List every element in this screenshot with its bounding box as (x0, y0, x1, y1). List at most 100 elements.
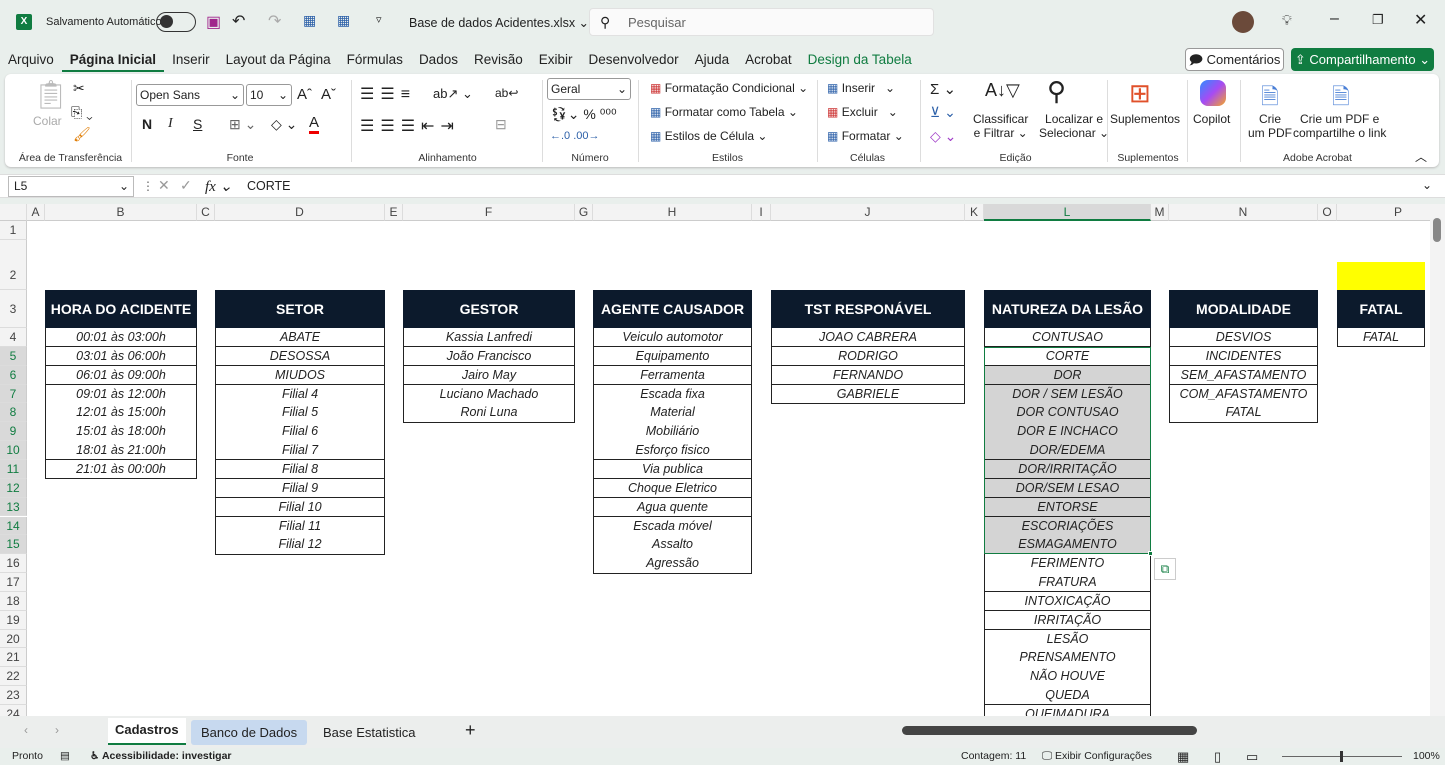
column-header-I[interactable]: I (752, 204, 771, 221)
prev-sheet-icon[interactable]: ‹ (24, 723, 28, 737)
ribbon-tab-0[interactable]: Arquivo (0, 48, 62, 72)
table-cell[interactable]: Agressão (593, 554, 752, 574)
normal-view-icon[interactable]: ▦ (1177, 748, 1189, 765)
comments-button[interactable]: 🗩 Comentários (1185, 48, 1284, 71)
bold-button[interactable]: N (142, 116, 152, 132)
table-cell[interactable]: DESVIOS (1169, 328, 1318, 348)
next-sheet-icon[interactable]: › (55, 723, 59, 737)
delete-cells-button[interactable]: ▦ Excluir ⌄ (827, 105, 898, 119)
addins-button[interactable]: Suplementos (1110, 112, 1180, 126)
font-size-select[interactable]: 10 ⌄ (246, 84, 292, 106)
table-cell[interactable]: FRATURA (984, 573, 1151, 593)
sheet-tab-base-estatistica[interactable]: Base Estatistica (315, 720, 424, 745)
table-cell[interactable]: Filial 5 (215, 403, 385, 423)
table-cell[interactable]: Ferramenta (593, 365, 752, 386)
row-header-23[interactable]: 23 (0, 686, 27, 705)
row-header-3[interactable]: 3 (0, 290, 27, 328)
search-box[interactable]: ⚲ Pesquisar (589, 8, 934, 36)
row-header-16[interactable]: 16 (0, 554, 27, 574)
collapse-ribbon-icon[interactable]: ︿ (1415, 148, 1427, 165)
currency-icon[interactable]: 💱︎⌄ % ⁰⁰⁰ (550, 106, 617, 123)
table-header-B[interactable]: HORA DO ACIDENTE (45, 290, 197, 328)
ribbon-tab-8[interactable]: Desenvolvedor (581, 48, 687, 72)
formula-input[interactable]: CORTE (247, 179, 291, 193)
table-header-D[interactable]: SETOR (215, 290, 385, 328)
ribbon-tab-10[interactable]: Acrobat (737, 48, 800, 72)
table-cell[interactable]: SEM_AFASTAMENTO (1169, 365, 1318, 386)
table-cell[interactable]: 15:01 às 18:00h (45, 422, 197, 442)
zoom-level[interactable]: 100% (1413, 748, 1440, 765)
table-cell[interactable]: GABRIELE (771, 384, 965, 404)
row-header-19[interactable]: 19 (0, 610, 27, 630)
row-header-24[interactable]: 24 (0, 705, 27, 716)
enter-icon[interactable]: ✓ (180, 177, 192, 194)
table-cell[interactable]: Veiculo automotor (593, 328, 752, 348)
select-all-corner[interactable] (0, 204, 27, 221)
column-header-N[interactable]: N (1169, 204, 1318, 221)
format-cells-button[interactable]: ▦ Formatar ⌄ (827, 129, 904, 143)
sort-filter-icon[interactable]: A↓▽ (985, 80, 1020, 101)
horizontal-align-icons[interactable]: ☰☰☰⇤⇥ (360, 116, 460, 136)
column-header-L[interactable]: L (984, 204, 1151, 221)
undo-icon[interactable]: ↶ (232, 11, 245, 31)
autosave-toggle[interactable] (156, 12, 196, 32)
format-as-table-button[interactable]: ▦ Formatar como Tabela ⌄ (650, 105, 798, 119)
table-cell[interactable]: Mobiliário (593, 422, 752, 442)
column-header-E[interactable]: E (385, 204, 403, 221)
row-header-1[interactable]: 1 (0, 221, 27, 240)
table-cell[interactable]: João Francisco (403, 346, 575, 367)
copilot-icon[interactable] (1200, 80, 1226, 106)
column-header-H[interactable]: H (593, 204, 752, 221)
paste-icon[interactable]: 📋︎ (33, 78, 69, 111)
minimize-icon[interactable]: – (1330, 10, 1339, 28)
cell-styles-button[interactable]: ▦ Estilos de Célula ⌄ (650, 129, 767, 143)
table-cell[interactable]: 12:01 às 15:00h (45, 403, 197, 423)
table-cell[interactable]: CONTUSAO (984, 328, 1151, 348)
column-header-O[interactable]: O (1318, 204, 1337, 221)
redo-icon[interactable]: ↷ (268, 11, 281, 31)
page-break-icon[interactable]: ▭ (1246, 748, 1258, 765)
conditional-format-button[interactable]: ▦ Formatação Condicional ⌄ (650, 81, 808, 95)
table-cell[interactable]: FATAL (1169, 403, 1318, 423)
table-cell[interactable]: Escada móvel (593, 516, 752, 536)
table-cell[interactable]: Filial 6 (215, 422, 385, 442)
row-header-18[interactable]: 18 (0, 591, 27, 611)
page-layout-icon[interactable]: ▯ (1214, 748, 1221, 765)
column-header-C[interactable]: C (197, 204, 215, 221)
table-cell[interactable]: ABATE (215, 328, 385, 348)
worksheet-grid[interactable]: A B C D E F G H I J K L M N O P 1 2 3 4 5 6 7 8 9 10 11 12 13 14 15 16 1… (0, 204, 1430, 716)
table-cell[interactable]: Escada fixa (593, 384, 752, 404)
table-cell[interactable]: Filial 12 (215, 535, 385, 555)
ribbon-tab-2[interactable]: Inserir (164, 48, 218, 72)
ribbon-tab-4[interactable]: Fórmulas (339, 48, 411, 72)
table-cell[interactable]: Choque Eletrico (593, 478, 752, 499)
table-cell[interactable]: Luciano Machado (403, 384, 575, 404)
table-cell[interactable]: JOAO CABRERA (771, 328, 965, 348)
row-header-13[interactable]: 13 (0, 497, 27, 517)
row-header-10[interactable]: 10 (0, 441, 27, 460)
table-header-J[interactable]: TST RESPONÁVEL (771, 290, 965, 328)
row-header-9[interactable]: 9 (0, 422, 27, 442)
orientation-icon[interactable]: ab↗ ⌄ (433, 86, 473, 102)
increase-font-icon[interactable]: Aˆ (297, 86, 312, 103)
row-header-15[interactable]: 15 (0, 535, 27, 555)
horizontal-scrollbar[interactable] (890, 726, 1430, 737)
table-cell[interactable]: 03:01 às 06:00h (45, 346, 197, 367)
fill-color-icon[interactable]: ◇ ⌄ (271, 116, 297, 133)
fill-icon[interactable]: ⊻ ⌄ (930, 104, 956, 121)
vertical-align-icons[interactable]: ☰☰≡ (360, 84, 416, 104)
expand-formula-icon[interactable]: ⌄ (1422, 178, 1432, 192)
display-settings-button[interactable]: 🖵 Exibir Configurações (1042, 748, 1152, 765)
table-header-H[interactable]: AGENTE CAUSADOR (593, 290, 752, 328)
table-cell[interactable]: QUEIMADURA (984, 705, 1151, 716)
table-cell[interactable]: QUEDA (984, 686, 1151, 706)
restore-icon[interactable]: ❐ (1372, 12, 1384, 28)
row-header-14[interactable]: 14 (0, 516, 27, 536)
table-cell[interactable]: Filial 11 (215, 516, 385, 536)
table-cell[interactable]: COM_AFASTAMENTO (1169, 384, 1318, 404)
row-header-5[interactable]: 5 (0, 346, 27, 366)
table-cell[interactable]: 18:01 às 21:00h (45, 441, 197, 461)
row-header-22[interactable]: 22 (0, 667, 27, 687)
autosum-icon[interactable]: Σ ⌄ (930, 80, 956, 98)
borders-icon[interactable]: ⊞ ⌄ (229, 116, 256, 133)
